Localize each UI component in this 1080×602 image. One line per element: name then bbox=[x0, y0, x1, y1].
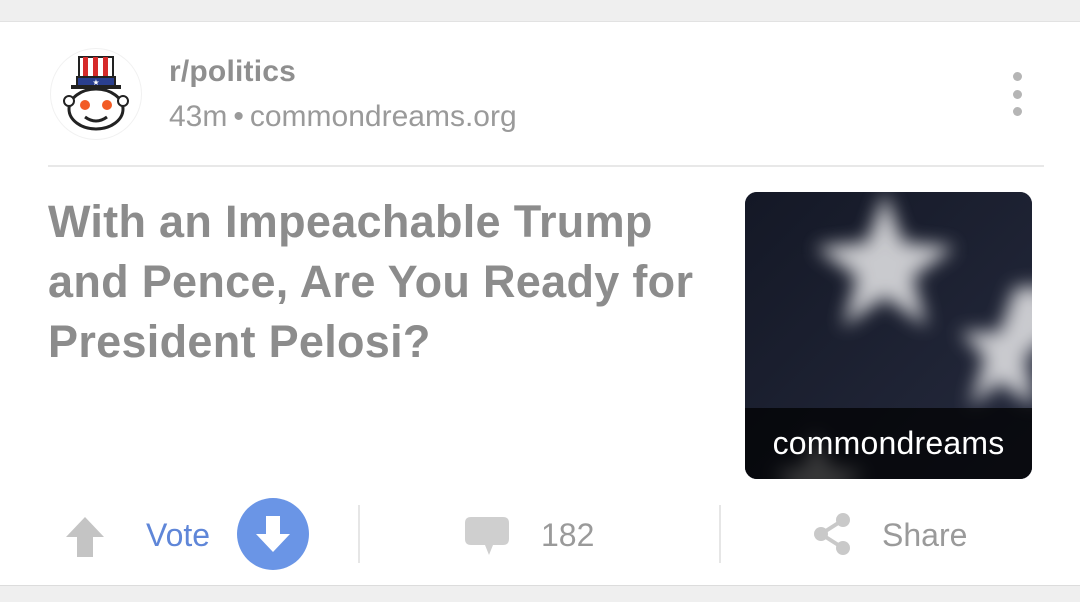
arrow-down-icon bbox=[256, 516, 290, 552]
header-divider bbox=[48, 165, 1044, 167]
post-domain[interactable]: commondreams.org bbox=[250, 100, 517, 133]
action-bar: Vote 182 Share bbox=[0, 497, 1080, 587]
share-icon[interactable] bbox=[811, 512, 853, 556]
post-title[interactable]: With an Impeachable Trump and Pence, Are… bbox=[48, 192, 708, 372]
overflow-dot bbox=[1012, 72, 1022, 81]
overflow-dot bbox=[1012, 89, 1022, 99]
vote-label: Vote bbox=[146, 517, 211, 553]
meta-separator: • bbox=[233, 100, 244, 133]
thumbnail-caption: commondreams bbox=[745, 408, 1032, 479]
post-meta: 43m • commondreams.org bbox=[169, 100, 517, 134]
comment-bubble-icon[interactable] bbox=[463, 515, 511, 559]
uncle-sam-snoo-icon: ★ bbox=[63, 56, 129, 131]
share-label[interactable]: Share bbox=[882, 517, 967, 554]
post-age: 43m bbox=[169, 100, 228, 133]
arrow-up-icon[interactable] bbox=[66, 517, 104, 557]
post-thumbnail[interactable]: commondreams bbox=[745, 192, 1032, 479]
comment-count[interactable]: 182 bbox=[541, 517, 594, 554]
subreddit-avatar[interactable]: ★ bbox=[51, 49, 141, 139]
subreddit-name[interactable]: r/politics bbox=[169, 55, 296, 89]
post-card[interactable]: ★ r/politics 43m • commondreams.org With a… bbox=[0, 21, 1080, 586]
action-separator bbox=[719, 505, 721, 563]
action-separator bbox=[358, 505, 360, 563]
more-options-icon[interactable] bbox=[1002, 72, 1032, 116]
overflow-dot bbox=[1012, 107, 1022, 116]
downvote-button[interactable] bbox=[237, 498, 309, 570]
